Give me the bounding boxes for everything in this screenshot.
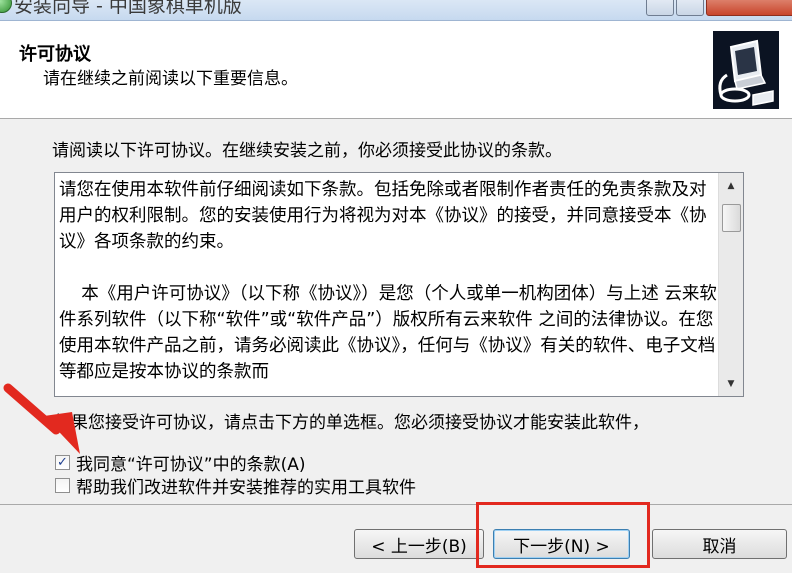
improve-label[interactable]: 帮助我们改进软件并安装推荐的实用工具软件 [76, 473, 416, 498]
agree-option[interactable]: ✓ 我同意“许可协议”中的条款(A) [55, 450, 306, 475]
minimize-button[interactable] [646, 0, 674, 16]
agree-label[interactable]: 我同意“许可协议”中的条款(A) [76, 450, 306, 475]
license-scrollbar[interactable]: ▲ ▼ [718, 173, 743, 396]
improve-option[interactable]: 帮助我们改进软件并安装推荐的实用工具软件 [55, 473, 416, 498]
window-title: 安装向导 - 中国象棋单机版 [14, 0, 242, 17]
footer-divider [0, 504, 792, 505]
maximize-button[interactable] [676, 0, 704, 16]
scroll-down-arrow-icon[interactable]: ▼ [719, 374, 743, 394]
back-button[interactable]: < 上一步(B) [354, 529, 484, 559]
close-button[interactable] [706, 0, 792, 16]
red-arrow-icon [3, 383, 80, 454]
page-subtitle: 请在继续之前阅读以下重要信息。 [43, 69, 298, 89]
improve-checkbox[interactable] [55, 477, 70, 493]
installer-computer-icon [713, 31, 779, 109]
license-text: 请您在使用本软件前仔细阅读如下条款。包括免除或者限制作者责任的免责条款及对用户的… [59, 180, 717, 382]
title-bar: 安装向导 - 中国象棋单机版 [0, 0, 792, 21]
cancel-button[interactable]: 取消 [652, 529, 787, 559]
highlight-box [476, 502, 650, 568]
license-intro-text: 请阅读以下许可协议。在继续安装之前，你必须接受此协议的条款。 [52, 141, 562, 161]
installer-app-icon [0, 0, 12, 13]
scroll-up-arrow-icon[interactable]: ▲ [719, 176, 743, 196]
scroll-thumb[interactable] [722, 204, 741, 232]
license-textbox[interactable]: 请您在使用本软件前仔细阅读如下条款。包括免除或者限制作者责任的免责条款及对用户的… [54, 172, 744, 397]
page-title: 许可协议 [19, 44, 91, 65]
accept-note-text: 如果您接受许可协议，请点击下方的单选框。您必须接受协议才能安装此软件， [54, 413, 649, 433]
